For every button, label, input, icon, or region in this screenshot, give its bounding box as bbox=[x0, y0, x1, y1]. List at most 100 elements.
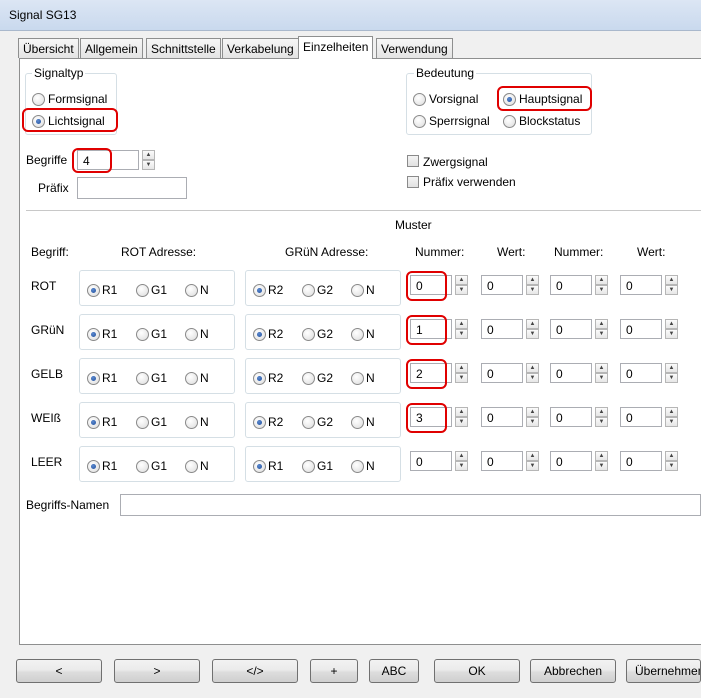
begriffe-input[interactable]: 4 bbox=[77, 150, 139, 170]
value-input-grn-1[interactable]: 0 bbox=[481, 319, 523, 339]
value-spinner-rot-1[interactable]: ▲ ▼ bbox=[526, 275, 539, 295]
spinner-down-icon[interactable]: ▼ bbox=[595, 373, 608, 383]
praefix-verwenden-checkbox[interactable] bbox=[407, 176, 419, 188]
gruen-radio-wei-0[interactable] bbox=[253, 416, 266, 429]
value-input-grn-0[interactable]: 1 bbox=[410, 319, 452, 339]
abc-button[interactable]: ABC bbox=[369, 659, 419, 683]
spinner-down-icon[interactable]: ▼ bbox=[526, 417, 539, 427]
rot-radio-grn-2[interactable] bbox=[185, 328, 198, 341]
value-input-leer-3[interactable]: 0 bbox=[620, 451, 662, 471]
code-button[interactable]: </> bbox=[212, 659, 298, 683]
spinner-down-icon[interactable]: ▼ bbox=[455, 373, 468, 383]
apply-button[interactable]: Übernehmen bbox=[626, 659, 701, 683]
value-input-wei-3[interactable]: 0 bbox=[620, 407, 662, 427]
spinner-up-icon[interactable]: ▲ bbox=[526, 363, 539, 373]
rot-radio-wei-0[interactable] bbox=[87, 416, 100, 429]
spinner-up-icon[interactable]: ▲ bbox=[455, 275, 468, 285]
rot-radio-leer-0[interactable] bbox=[87, 460, 100, 473]
rot-radio-gelb-0[interactable] bbox=[87, 372, 100, 385]
value-spinner-grn-0[interactable]: ▲ ▼ bbox=[455, 319, 468, 339]
spinner-up-icon[interactable]: ▲ bbox=[526, 275, 539, 285]
spinner-up-icon[interactable]: ▲ bbox=[526, 451, 539, 461]
value-spinner-leer-0[interactable]: ▲ ▼ bbox=[455, 451, 468, 471]
gruen-radio-grn-2[interactable] bbox=[351, 328, 364, 341]
rot-radio-wei-1[interactable] bbox=[136, 416, 149, 429]
gruen-radio-rot-0[interactable] bbox=[253, 284, 266, 297]
ok-button[interactable]: OK bbox=[434, 659, 520, 683]
spinner-down-icon[interactable]: ▼ bbox=[665, 329, 678, 339]
spinner-up-icon[interactable]: ▲ bbox=[665, 275, 678, 285]
value-input-grn-2[interactable]: 0 bbox=[550, 319, 592, 339]
spinner-up-icon[interactable]: ▲ bbox=[665, 319, 678, 329]
spinner-up-icon[interactable]: ▲ bbox=[142, 150, 155, 160]
spinner-up-icon[interactable]: ▲ bbox=[665, 407, 678, 417]
value-spinner-gelb-1[interactable]: ▲ ▼ bbox=[526, 363, 539, 383]
value-input-gelb-3[interactable]: 0 bbox=[620, 363, 662, 383]
spinner-down-icon[interactable]: ▼ bbox=[595, 417, 608, 427]
tab-uebersicht[interactable]: Übersicht bbox=[18, 38, 79, 58]
value-spinner-wei-3[interactable]: ▲ ▼ bbox=[665, 407, 678, 427]
spinner-up-icon[interactable]: ▲ bbox=[455, 407, 468, 417]
gruen-radio-leer-0[interactable] bbox=[253, 460, 266, 473]
vorsignal-radio[interactable] bbox=[413, 93, 426, 106]
value-spinner-leer-1[interactable]: ▲ ▼ bbox=[526, 451, 539, 471]
value-input-rot-1[interactable]: 0 bbox=[481, 275, 523, 295]
gruen-radio-grn-1[interactable] bbox=[302, 328, 315, 341]
spinner-down-icon[interactable]: ▼ bbox=[665, 285, 678, 295]
rot-radio-leer-1[interactable] bbox=[136, 460, 149, 473]
gruen-radio-rot-2[interactable] bbox=[351, 284, 364, 297]
value-input-rot-3[interactable]: 0 bbox=[620, 275, 662, 295]
rot-radio-grn-0[interactable] bbox=[87, 328, 100, 341]
tab-einzelheiten[interactable]: Einzelheiten bbox=[298, 36, 374, 59]
spinner-down-icon[interactable]: ▼ bbox=[526, 285, 539, 295]
sperrsignal-radio[interactable] bbox=[413, 115, 426, 128]
add-button[interactable]: + bbox=[310, 659, 358, 683]
value-spinner-grn-3[interactable]: ▲ ▼ bbox=[665, 319, 678, 339]
spinner-up-icon[interactable]: ▲ bbox=[595, 407, 608, 417]
value-spinner-wei-1[interactable]: ▲ ▼ bbox=[526, 407, 539, 427]
next-button[interactable]: > bbox=[114, 659, 200, 683]
value-spinner-grn-2[interactable]: ▲ ▼ bbox=[595, 319, 608, 339]
spinner-down-icon[interactable]: ▼ bbox=[665, 461, 678, 471]
spinner-down-icon[interactable]: ▼ bbox=[455, 329, 468, 339]
rot-radio-leer-2[interactable] bbox=[185, 460, 198, 473]
spinner-up-icon[interactable]: ▲ bbox=[526, 319, 539, 329]
tab-verkabelung[interactable]: Verkabelung bbox=[222, 38, 299, 58]
value-spinner-wei-2[interactable]: ▲ ▼ bbox=[595, 407, 608, 427]
value-input-leer-0[interactable]: 0 bbox=[410, 451, 452, 471]
spinner-down-icon[interactable]: ▼ bbox=[526, 461, 539, 471]
value-spinner-rot-0[interactable]: ▲ ▼ bbox=[455, 275, 468, 295]
tab-allgemein[interactable]: Allgemein bbox=[80, 38, 143, 58]
value-spinner-rot-3[interactable]: ▲ ▼ bbox=[665, 275, 678, 295]
gruen-radio-leer-1[interactable] bbox=[302, 460, 315, 473]
value-input-gelb-2[interactable]: 0 bbox=[550, 363, 592, 383]
value-spinner-leer-3[interactable]: ▲ ▼ bbox=[665, 451, 678, 471]
value-input-rot-2[interactable]: 0 bbox=[550, 275, 592, 295]
rot-radio-rot-2[interactable] bbox=[185, 284, 198, 297]
value-spinner-leer-2[interactable]: ▲ ▼ bbox=[595, 451, 608, 471]
hauptsignal-radio[interactable] bbox=[503, 93, 516, 106]
value-input-wei-0[interactable]: 3 bbox=[410, 407, 452, 427]
gruen-radio-gelb-1[interactable] bbox=[302, 372, 315, 385]
spinner-up-icon[interactable]: ▲ bbox=[595, 319, 608, 329]
cancel-button[interactable]: Abbrechen bbox=[530, 659, 616, 683]
value-spinner-wei-0[interactable]: ▲ ▼ bbox=[455, 407, 468, 427]
value-spinner-grn-1[interactable]: ▲ ▼ bbox=[526, 319, 539, 339]
spinner-up-icon[interactable]: ▲ bbox=[595, 275, 608, 285]
blockstatus-radio[interactable] bbox=[503, 115, 516, 128]
formsignal-radio[interactable] bbox=[32, 93, 45, 106]
spinner-down-icon[interactable]: ▼ bbox=[595, 461, 608, 471]
value-input-gelb-1[interactable]: 0 bbox=[481, 363, 523, 383]
spinner-down-icon[interactable]: ▼ bbox=[595, 329, 608, 339]
value-spinner-rot-2[interactable]: ▲ ▼ bbox=[595, 275, 608, 295]
value-spinner-gelb-0[interactable]: ▲ ▼ bbox=[455, 363, 468, 383]
lichtsignal-radio[interactable] bbox=[32, 115, 45, 128]
rot-radio-grn-1[interactable] bbox=[136, 328, 149, 341]
spinner-up-icon[interactable]: ▲ bbox=[665, 451, 678, 461]
spinner-down-icon[interactable]: ▼ bbox=[595, 285, 608, 295]
spinner-down-icon[interactable]: ▼ bbox=[526, 329, 539, 339]
spinner-up-icon[interactable]: ▲ bbox=[455, 319, 468, 329]
spinner-up-icon[interactable]: ▲ bbox=[665, 363, 678, 373]
value-input-wei-1[interactable]: 0 bbox=[481, 407, 523, 427]
gruen-radio-wei-1[interactable] bbox=[302, 416, 315, 429]
